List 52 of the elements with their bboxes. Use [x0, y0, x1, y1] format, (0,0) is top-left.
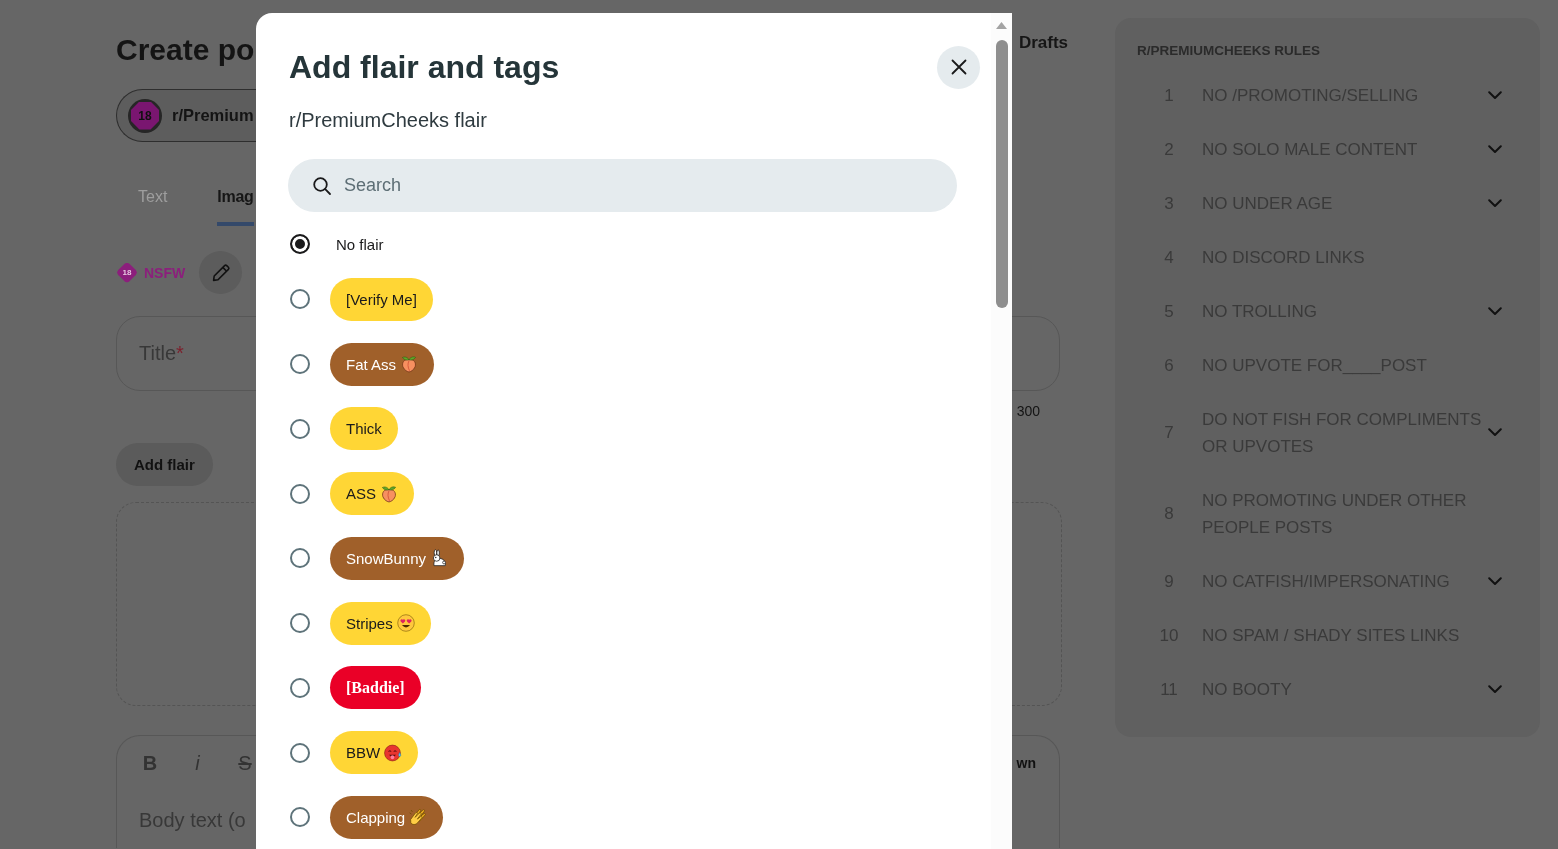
radio-button[interactable] — [290, 289, 310, 310]
flair-option-label[interactable]: No flair — [336, 235, 384, 253]
radio-button[interactable] — [290, 807, 310, 828]
flair-tag[interactable]: [Verify Me] — [330, 277, 433, 321]
add-flair-button[interactable]: Add flair — [116, 443, 213, 486]
rabbit-icon — [430, 549, 449, 568]
flair-tag[interactable]: Fat Ass — [330, 342, 435, 386]
search-field[interactable]: Search — [288, 159, 957, 212]
edit-tags-button[interactable] — [199, 251, 243, 294]
radio-button[interactable] — [290, 483, 310, 504]
radio-button[interactable] — [290, 234, 310, 254]
flair-tag[interactable]: SnowBunny — [330, 536, 465, 580]
editor-mode-button[interactable]: wn — [1016, 754, 1036, 772]
flair-tag[interactable]: ASS — [330, 472, 414, 516]
nsfw-badge: 18 — [117, 262, 137, 283]
page-title: Create po — [116, 32, 255, 68]
flair-tag[interactable]: Thick — [330, 407, 398, 451]
chevron-down-icon[interactable] — [1488, 684, 1502, 694]
clapping-hands-icon — [409, 808, 428, 827]
radio-button[interactable] — [290, 742, 310, 763]
peach-icon — [380, 484, 398, 503]
flair-tag[interactable]: [Baddie] — [330, 666, 421, 710]
community-avatar: 18 — [128, 98, 162, 133]
radio-button[interactable] — [290, 613, 310, 634]
dialog-subtitle: r/PremiumCheeks flair — [289, 108, 487, 133]
chevron-down-icon[interactable] — [1488, 90, 1502, 100]
chevron-down-icon[interactable] — [1488, 198, 1502, 208]
pencil-icon — [210, 262, 231, 283]
flair-tag[interactable]: Stripes — [330, 601, 431, 645]
chevron-down-icon[interactable] — [1488, 576, 1502, 586]
peach-icon — [400, 355, 419, 374]
chevron-down-icon[interactable] — [1488, 306, 1502, 316]
heart-eyes-face-icon — [396, 614, 415, 633]
community-name: r/Premium — [172, 106, 254, 125]
drafts-link[interactable]: Drafts — [1018, 31, 1068, 55]
character-counter: 300 — [1016, 402, 1040, 421]
radio-button[interactable] — [290, 548, 310, 569]
dialog-title: Add flair and tags — [289, 48, 560, 87]
community-selector[interactable]: 18 r/Premium — [116, 89, 256, 142]
scrollbar-thumb[interactable] — [995, 40, 1008, 308]
chevron-down-icon[interactable] — [1488, 144, 1502, 154]
flair-tag[interactable]: Clapping — [330, 795, 444, 839]
radio-button[interactable] — [290, 677, 310, 698]
radio-button[interactable] — [290, 418, 310, 439]
flair-tag[interactable]: BBW — [330, 731, 419, 775]
nsfw-label: NSFW — [144, 264, 186, 281]
radio-button[interactable] — [290, 354, 310, 375]
hot-face-icon — [384, 743, 403, 762]
close-button[interactable] — [937, 45, 980, 89]
search-icon — [312, 175, 332, 196]
close-icon — [950, 59, 967, 75]
chevron-down-icon[interactable] — [1488, 428, 1502, 437]
